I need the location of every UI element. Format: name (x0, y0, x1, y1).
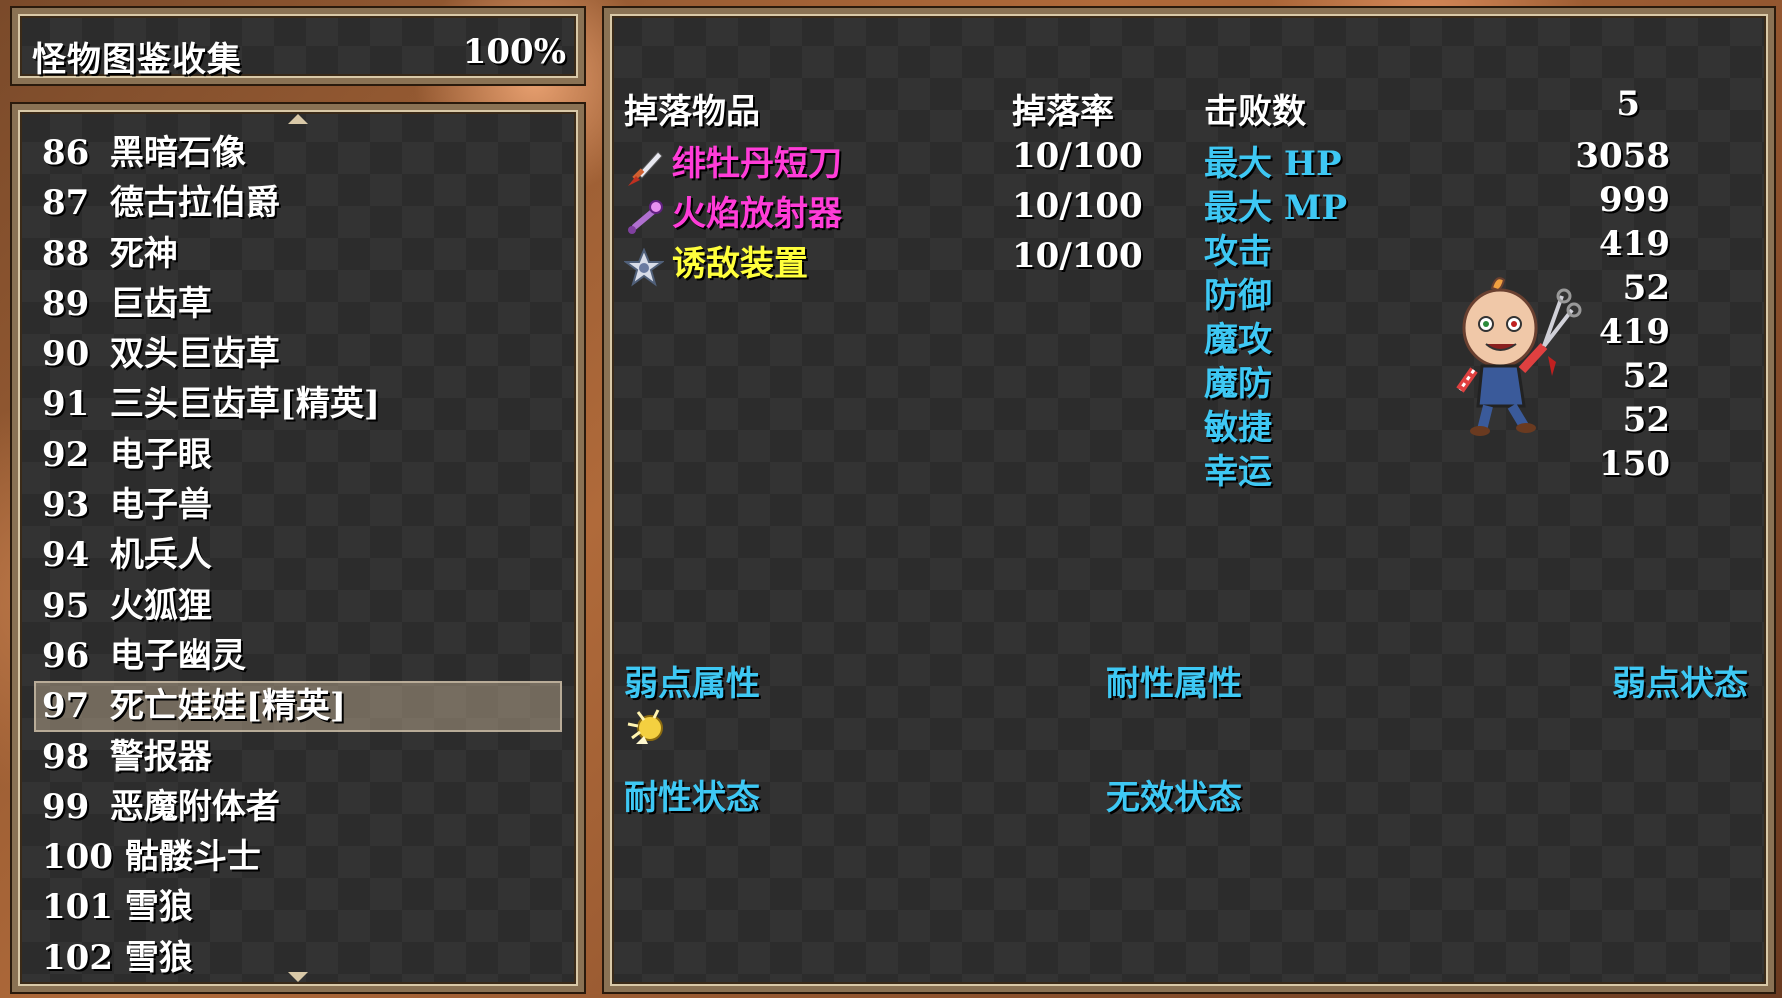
monster-name: 恶魔附体者 (109, 786, 280, 827)
monster-name: 三头巨齿草[精英] (109, 384, 381, 425)
monster-number: 101 (42, 887, 113, 928)
stat-label: 最大 HP (1204, 144, 1342, 184)
collection-title: 怪物图鉴收集 (32, 40, 242, 80)
drop-item-rate: 10/100 (1012, 186, 1143, 226)
monster-list-item[interactable]: 87 德古拉伯爵 (34, 178, 562, 228)
monster-name: 机兵人 (109, 535, 212, 576)
monster-number: 87 (42, 183, 90, 224)
monster-number: 91 (42, 384, 90, 425)
monster-name: 黑暗石像 (109, 133, 246, 173)
monster-name: 雪狼 (124, 937, 193, 978)
monster-list-item[interactable]: 101 雪狼 (34, 882, 562, 932)
flamethrower-icon (628, 200, 663, 234)
monster-sprite-doll (1456, 277, 1582, 436)
monster-list-item[interactable]: 86 黑暗石像 (34, 128, 562, 178)
monster-name: 双头巨齿草 (109, 334, 280, 375)
monster-list-item[interactable]: 96 电子幽灵 (34, 631, 562, 681)
drop-rate-header: 掉落率 (1012, 92, 1114, 132)
monster-number: 88 (42, 233, 90, 274)
drop-item-rate: 10/100 (1012, 236, 1143, 276)
resist-state-label: 耐性状态 (624, 778, 760, 818)
collection-percent: 100% (462, 32, 566, 72)
stat-label: 魔攻 (1204, 320, 1272, 360)
monster-number: 100 (42, 837, 113, 878)
monster-list-item[interactable]: 97 死亡娃娃[精英] (34, 681, 562, 732)
weak-state-label: 弱点状态 (1612, 664, 1748, 704)
monster-list-item[interactable]: 88 死神 (34, 229, 562, 279)
monster-number: 90 (42, 334, 90, 375)
light-element-icon (627, 709, 663, 744)
monster-number: 92 (42, 434, 90, 475)
stat-label: 攻击 (1204, 232, 1272, 272)
defeats-value: 5 (1616, 84, 1640, 124)
scroll-up-icon[interactable] (288, 114, 308, 124)
monster-number: 97 (42, 686, 90, 727)
weak-element-label: 弱点属性 (624, 664, 760, 704)
drop-item-name: 火焰放射器 (672, 194, 842, 234)
stat-value: 999 (1599, 180, 1670, 220)
drop-item-name: 绯牡丹短刀 (672, 144, 842, 184)
monster-name: 电子眼 (109, 434, 212, 475)
monster-list-item[interactable]: 95 火狐狸 (34, 581, 562, 631)
monster-name: 死神 (109, 233, 178, 274)
monster-number: 93 (42, 485, 90, 526)
resist-element-label: 耐性属性 (1106, 664, 1242, 704)
monster-name: 骷髅斗士 (124, 837, 261, 878)
monster-number: 89 (42, 283, 90, 324)
defeats-label: 击败数 (1204, 92, 1306, 132)
monster-detail-panel: 掉落物品 掉落率 绯牡丹短刀 10/100 火焰放射器 10/100 诱敌装置 … (604, 8, 1774, 992)
monster-list: 86 黑暗石像 87 德古拉伯爵 88 死神 89 巨齿草 90 双头巨齿草 91 三头巨… (34, 128, 562, 983)
monster-name: 雪狼 (124, 887, 193, 928)
monster-list-item[interactable]: 89 巨齿草 (34, 279, 562, 329)
monster-name: 巨齿草 (109, 283, 212, 324)
monster-number: 99 (42, 786, 90, 827)
immune-state-label: 无效状态 (1106, 778, 1242, 818)
stat-label: 防御 (1204, 276, 1272, 316)
monster-number: 98 (42, 736, 90, 777)
monster-number: 94 (42, 535, 90, 576)
monster-list-item[interactable]: 92 电子眼 (34, 430, 562, 480)
monster-list-item[interactable]: 99 恶魔附体者 (34, 782, 562, 832)
lure-device-icon (624, 248, 664, 287)
dagger-icon (628, 151, 663, 186)
monster-list-item[interactable]: 91 三头巨齿草[精英] (34, 379, 562, 429)
stat-value: 3058 (1575, 136, 1670, 176)
monster-list-item[interactable]: 94 机兵人 (34, 530, 562, 580)
monster-list-panel[interactable]: 86 黑暗石像 87 德古拉伯爵 88 死神 89 巨齿草 90 双头巨齿草 91 三头巨… (12, 104, 584, 992)
monster-list-item[interactable]: 100 骷髅斗士 (34, 832, 562, 882)
stat-value: 150 (1599, 444, 1670, 484)
stat-label: 敏捷 (1204, 408, 1272, 448)
stat-label: 最大 MP (1204, 188, 1348, 228)
drops-header: 掉落物品 (624, 92, 760, 132)
monster-number: 86 (42, 133, 90, 173)
monster-list-item[interactable]: 90 双头巨齿草 (34, 329, 562, 379)
drop-item-rate: 10/100 (1012, 136, 1143, 176)
drop-item-name: 诱敌装置 (672, 244, 808, 284)
stat-label: 魔防 (1204, 364, 1272, 404)
monster-name: 死亡娃娃[精英] (109, 686, 347, 727)
monster-name: 德古拉伯爵 (109, 183, 280, 224)
monster-number: 102 (42, 937, 113, 978)
scroll-down-icon[interactable] (288, 972, 308, 982)
monster-list-item[interactable]: 98 警报器 (34, 732, 562, 782)
monster-name: 电子幽灵 (109, 635, 246, 676)
stat-value: 419 (1599, 224, 1670, 264)
stat-label: 幸运 (1204, 452, 1272, 492)
monster-name: 电子兽 (109, 485, 212, 526)
monster-list-item[interactable]: 93 电子兽 (34, 480, 562, 530)
collection-title-panel: 怪物图鉴收集 100% (12, 8, 584, 84)
monster-name: 火狐狸 (109, 585, 212, 626)
monster-number: 96 (42, 635, 90, 676)
monster-name: 警报器 (109, 736, 212, 777)
monster-number: 95 (42, 585, 90, 626)
